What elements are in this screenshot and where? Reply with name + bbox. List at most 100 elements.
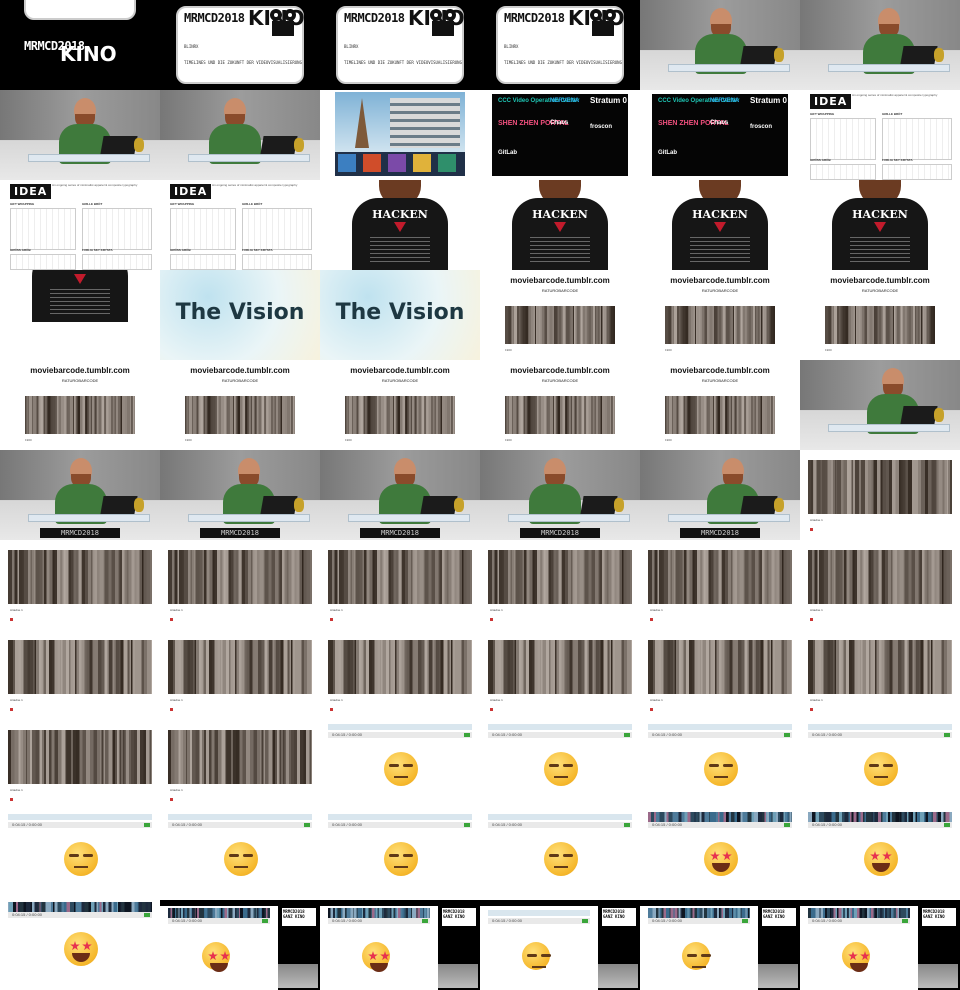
mouth: [532, 966, 546, 968]
speaker-tile[interactable]: MRMCD2018: [480, 450, 640, 540]
barcode-caption: Ariadne 1: [330, 608, 343, 612]
emoji-player-tile[interactable]: 0:04:15 / 0:00:00: [320, 720, 480, 810]
moviebarcode-slide-tile[interactable]: moviebarcode.tumblr.com RATUROBARCODE 1900: [480, 360, 640, 450]
unamused-emoji-icon: [384, 752, 418, 786]
speaker-tile[interactable]: [640, 0, 800, 90]
hacken-shirt-tile[interactable]: HACKEN: [640, 180, 800, 270]
moviebarcode-slide-tile[interactable]: moviebarcode.tumblr.com RATUROBARCODE 1900: [160, 360, 320, 450]
strip-thumbnail: [388, 154, 406, 172]
sketch-label: GRILLE BRÖT: [242, 202, 263, 206]
emoji-player-tile[interactable]: 0:04:15 / 0:00:00 MRMCD2018 GANZ KINO: [800, 900, 960, 990]
moviebarcode-slide-tile[interactable]: moviebarcode.tumblr.com RATUROBARCODE 1900: [640, 360, 800, 450]
speaker-tile[interactable]: [160, 90, 320, 180]
title-card-tile[interactable]: MRMCD2018KINOBLINRXTIMELINES UND DIE ZUK…: [320, 0, 480, 90]
hacken-shirt-tile[interactable]: HACKEN: [0, 270, 160, 360]
player-time: 0:04:15 / 0:00:00: [12, 822, 43, 827]
emoji-player-tile[interactable]: 0:04:15 / 0:00:00: [480, 720, 640, 810]
wide-barcode-tile[interactable]: Ariadne 1: [0, 540, 160, 630]
emoji-player-tile[interactable]: 0:04:15 / 0:00:00: [480, 810, 640, 900]
wide-barcode-tile[interactable]: Ariadne 1: [800, 630, 960, 720]
hacken-shirt-tile[interactable]: HACKEN: [480, 180, 640, 270]
emoji-player-tile[interactable]: 0:04:15 / 0:00:00 MRMCD2018 GANZ KINO: [160, 900, 320, 990]
sketch-panel: [810, 118, 876, 160]
emoji-player-tile[interactable]: 0:04:15 / 0:00:00 MRMCD2018 GANZ KINO: [320, 900, 480, 990]
sketch-label: GRÖSS GRÖB: [170, 248, 191, 252]
speaker-tile[interactable]: MRMCD2018: [0, 450, 160, 540]
wide-barcode-tile[interactable]: Ariadne 1: [320, 630, 480, 720]
wide-barcode-tile[interactable]: Ariadne 1: [480, 540, 640, 630]
barcode-subtitle: RATUROBARCODE: [701, 378, 739, 383]
player-controls: 0:04:15 / 0:00:00: [8, 912, 152, 918]
speaker-tile[interactable]: [800, 360, 960, 450]
hacken-shirt-tile[interactable]: HACKEN: [800, 180, 960, 270]
wide-barcode-tile[interactable]: Ariadne 1: [800, 450, 960, 540]
speaker-tile[interactable]: MRMCD2018: [320, 450, 480, 540]
moviebarcode-slide-tile[interactable]: moviebarcode.tumblr.com RATUROBARCODE 1900: [0, 360, 160, 450]
player-controls: 0:04:15 / 0:00:00: [168, 918, 270, 924]
emoji-player-tile[interactable]: 0:04:15 / 0:00:00: [640, 810, 800, 900]
title-card-tile[interactable]: MRMCD2018KINOBLINRXTIMELINES UND DIE ZUK…: [480, 0, 640, 90]
speaker-tile[interactable]: MRMCD2018: [160, 450, 320, 540]
mouth: [234, 866, 248, 868]
star-struck-emoji-icon: [362, 942, 390, 972]
sponsor-label: Stratum 0: [590, 96, 627, 105]
wide-barcode-tile[interactable]: Ariadne 1: [320, 540, 480, 630]
idea-description: An ongoing series of minimalist apparel …: [212, 183, 298, 187]
wide-barcode-tile[interactable]: Ariadne 1: [160, 630, 320, 720]
emoji-player-tile[interactable]: 0:04:15 / 0:00:00 MRMCD2018 GANZ KINO: [640, 900, 800, 990]
volume-indicator: [784, 823, 790, 827]
emoji-player-tile[interactable]: 0:04:15 / 0:00:00 MRMCD2018 GANZ KINO: [480, 900, 640, 990]
sketch-panel: [170, 208, 236, 250]
emoji-player-tile[interactable]: 0:04:15 / 0:00:00: [0, 900, 160, 990]
hacken-shirt-tile[interactable]: HACKEN: [320, 180, 480, 270]
wide-barcode-tile[interactable]: Ariadne 1: [0, 630, 160, 720]
logo-kino: KINO: [60, 42, 117, 66]
sponsor-slide-tile[interactable]: CCC Video Operation Center NERVENA Stratum…: [480, 90, 640, 180]
wide-barcode-tile[interactable]: Ariadne 1: [800, 540, 960, 630]
wide-barcode-tile[interactable]: Ariadne 1: [480, 630, 640, 720]
sponsor-label: Stratum 0: [750, 96, 787, 105]
sketch-panel: [882, 118, 952, 160]
idea-slide-tile[interactable]: IDEA An ongoing series of minimalist appa…: [0, 180, 160, 270]
wide-barcode-tile[interactable]: Ariadne 1: [640, 630, 800, 720]
wide-barcode-tile[interactable]: Ariadne 1: [160, 720, 320, 810]
emoji-player-tile[interactable]: 0:04:15 / 0:00:00: [320, 810, 480, 900]
moviebarcode-slide-tile[interactable]: moviebarcode.tumblr.com RATUROBARCODE 1900: [320, 360, 480, 450]
title-card-tile[interactable]: MRMCD2018 KINO: [0, 0, 160, 90]
emoji-player-tile[interactable]: 0:04:15 / 0:00:00: [0, 810, 160, 900]
sponsor-label: NERVENA: [710, 98, 740, 104]
speaker-tile[interactable]: MRMCD2018: [640, 450, 800, 540]
idea-description: An ongoing series of minimalist apparel …: [52, 183, 138, 187]
title-card-tile[interactable]: MRMCD2018KINOBLINRXTIMELINES UND DIE ZUK…: [160, 0, 320, 90]
emoji-player-tile[interactable]: 0:04:15 / 0:00:00: [800, 720, 960, 810]
red-marker: [490, 618, 493, 621]
barcode-caption: Ariadne 1: [650, 698, 663, 702]
idea-slide-tile[interactable]: IDEA An ongoing series of minimalist appa…: [800, 90, 960, 180]
wide-barcode-tile[interactable]: Ariadne 1: [0, 720, 160, 810]
moviebarcode-slide-tile[interactable]: moviebarcode.tumblr.com RATUROBARCODE 1900: [800, 270, 960, 360]
player-controls: 0:04:15 / 0:00:00: [328, 732, 472, 738]
eye: [83, 854, 93, 857]
emoji-player-tile[interactable]: 0:04:15 / 0:00:00: [640, 720, 800, 810]
emoji-player-tile[interactable]: 0:04:15 / 0:00:00: [160, 810, 320, 900]
moviebarcode-slide-tile[interactable]: moviebarcode.tumblr.com RATUROBARCODE 1900: [480, 270, 640, 360]
strip-thumbnail: [438, 154, 456, 172]
building-slide-tile[interactable]: [320, 90, 480, 180]
moviebarcode-slide-tile[interactable]: moviebarcode.tumblr.com RATUROBARCODE 1900: [640, 270, 800, 360]
sponsor-board: [492, 94, 628, 176]
unamused-emoji-icon: [64, 842, 98, 876]
sponsor-label: Chaos: [710, 120, 729, 126]
vision-slide-tile[interactable]: The Vision: [320, 270, 480, 360]
speaker-tile[interactable]: [800, 0, 960, 90]
speaker-tile[interactable]: [0, 90, 160, 180]
wide-barcode-tile[interactable]: Ariadne 1: [160, 540, 320, 630]
mascot-figure: [774, 498, 784, 512]
sponsor-slide-tile[interactable]: CCC Video Operation Center NERVENA Stratum…: [640, 90, 800, 180]
eye: [869, 764, 879, 767]
wide-barcode-tile[interactable]: Ariadne 1: [640, 540, 800, 630]
shirt-word: HACKEN: [692, 208, 748, 221]
idea-slide-tile[interactable]: IDEA An ongoing series of minimalist appa…: [160, 180, 320, 270]
barcode-caption: Ariadne 1: [170, 788, 183, 792]
vision-slide-tile[interactable]: The Vision: [160, 270, 320, 360]
emoji-player-tile[interactable]: 0:04:15 / 0:00:00: [800, 810, 960, 900]
